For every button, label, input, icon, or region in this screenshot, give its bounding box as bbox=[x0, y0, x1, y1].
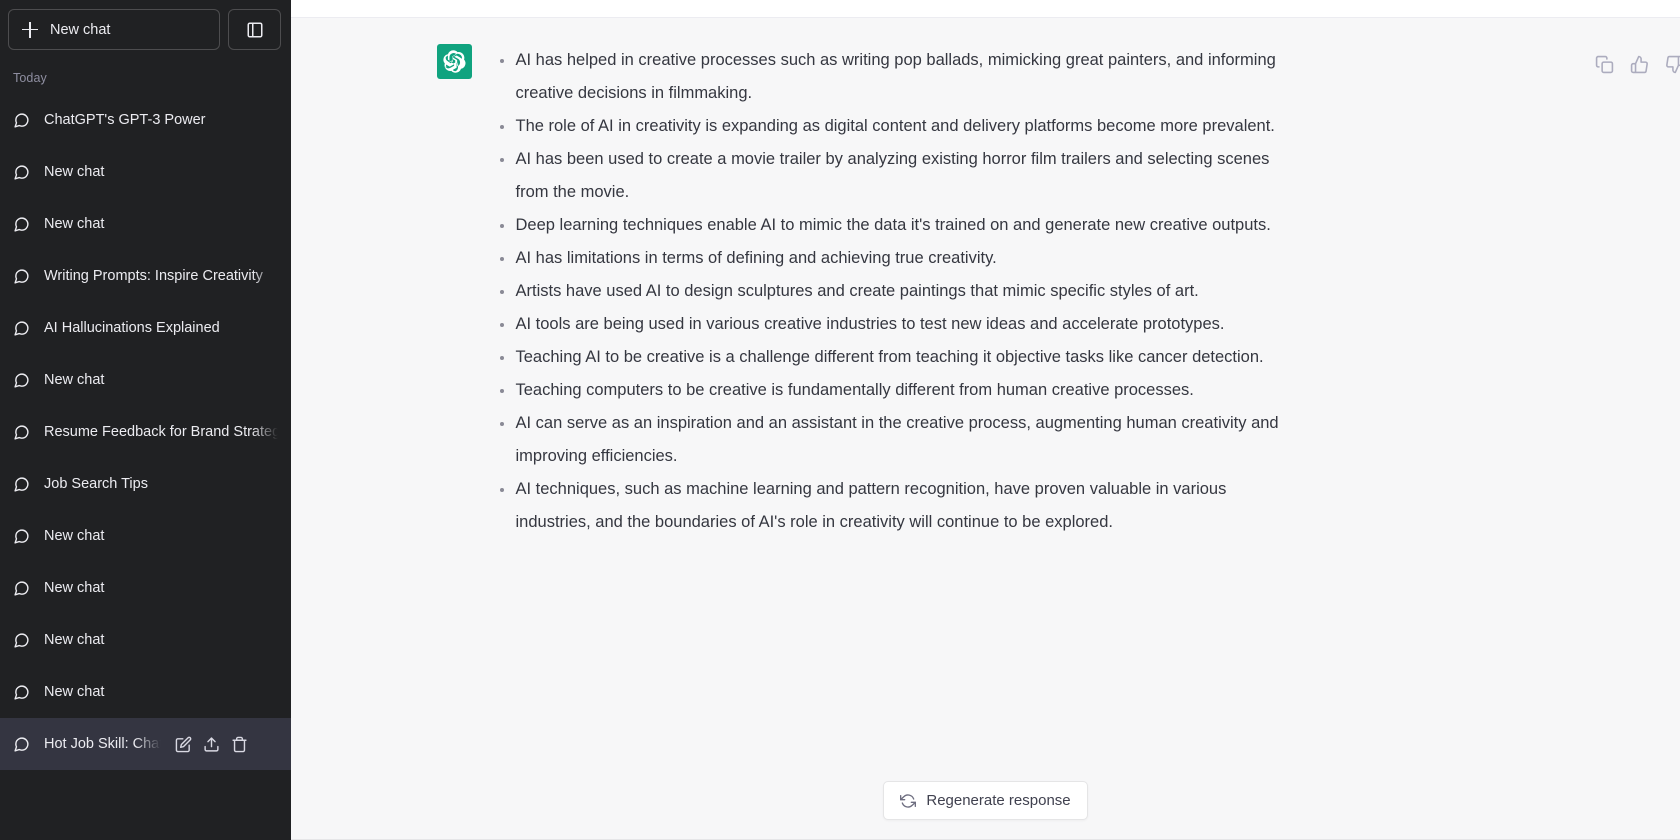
chat-bubble-icon bbox=[14, 164, 29, 180]
chat-bubble-icon bbox=[14, 632, 29, 648]
chat-bubble-icon bbox=[14, 528, 29, 544]
chat-history-item-title: Job Search Tips bbox=[44, 476, 148, 492]
plus-icon bbox=[22, 21, 38, 38]
bullet-item: Teaching AI to be creative is a challeng… bbox=[498, 341, 1288, 374]
message-actions bbox=[1595, 55, 1680, 74]
chat-bubble-icon bbox=[14, 216, 29, 232]
chat-history-item[interactable]: AI Hallucinations Explained bbox=[0, 302, 291, 354]
bullet-item: AI techniques, such as machine learning … bbox=[498, 473, 1288, 539]
edit-pencil-icon[interactable] bbox=[175, 736, 192, 753]
thumbs-up-icon[interactable] bbox=[1630, 55, 1649, 74]
regenerate-response-button[interactable]: Regenerate response bbox=[883, 781, 1088, 820]
chat-history-item-title: New chat bbox=[44, 372, 105, 388]
chat-history-item[interactable]: New chat bbox=[0, 198, 291, 250]
chat-history-item[interactable]: New chat bbox=[0, 666, 291, 718]
chat-bubble-icon bbox=[14, 268, 29, 284]
bullet-item: AI tools are being used in various creat… bbox=[498, 308, 1288, 341]
avatar bbox=[436, 44, 472, 79]
chat-history-item[interactable]: New chat bbox=[0, 510, 291, 562]
bullet-list: AI has helped in creative processes such… bbox=[498, 44, 1288, 539]
chat-history-item-active[interactable]: Hot Job Skill: ChatGPT bbox=[0, 718, 291, 770]
bullet-item: The role of AI in creativity is expandin… bbox=[498, 110, 1288, 143]
chat-history-item[interactable]: Resume Feedback for Brand Strategy bbox=[0, 406, 291, 458]
chat-history-item[interactable]: ChatGPT's GPT-3 Power bbox=[0, 94, 291, 146]
assistant-message: AI has helped in creative processes such… bbox=[291, 18, 1680, 539]
previous-message-block bbox=[291, 0, 1680, 18]
bullet-item: Artists have used AI to design sculpture… bbox=[498, 275, 1288, 308]
chat-bubble-icon bbox=[14, 476, 29, 492]
bullet-item: AI has helped in creative processes such… bbox=[498, 44, 1288, 110]
sidebar-section-label: Today bbox=[13, 71, 47, 85]
chat-bubble-icon bbox=[14, 424, 29, 440]
chat-bubble-icon bbox=[14, 736, 29, 752]
chat-bubble-icon bbox=[14, 372, 29, 388]
new-chat-button[interactable]: New chat bbox=[8, 9, 220, 50]
chat-bubble-icon bbox=[14, 112, 29, 128]
chat-history-item-title: Writing Prompts: Inspire Creativity bbox=[44, 268, 263, 284]
chat-history-item-title: New chat bbox=[44, 164, 105, 180]
thumbs-down-icon[interactable] bbox=[1665, 55, 1680, 74]
chat-history-item-title: New chat bbox=[44, 580, 105, 596]
bullet-item: AI can serve as an inspiration and an as… bbox=[498, 407, 1288, 473]
refresh-icon bbox=[900, 793, 917, 808]
regenerate-label: Regenerate response bbox=[926, 792, 1071, 809]
chat-history-item[interactable]: Job Search Tips bbox=[0, 458, 291, 510]
copy-clipboard-icon[interactable] bbox=[1595, 55, 1614, 74]
chat-history-item-title: Resume Feedback for Brand Strategy bbox=[44, 424, 278, 440]
sidebar-panel-icon bbox=[247, 22, 262, 37]
chat-item-actions bbox=[175, 736, 248, 753]
chat-history-list: ChatGPT's GPT-3 Power New chat New chat Wri… bbox=[0, 94, 291, 840]
bullet-item: Teaching computers to be creative is fun… bbox=[498, 374, 1288, 407]
new-chat-label: New chat bbox=[50, 21, 111, 38]
chat-history-item-title: New chat bbox=[44, 632, 105, 648]
share-upload-icon[interactable] bbox=[203, 736, 220, 753]
message-content: AI has helped in creative processes such… bbox=[498, 44, 1288, 539]
trash-delete-icon[interactable] bbox=[231, 736, 248, 753]
chat-history-item[interactable]: New chat bbox=[0, 614, 291, 666]
chat-bubble-icon bbox=[14, 684, 29, 700]
sidebar-toggle-button[interactable] bbox=[228, 9, 281, 50]
bullet-item: AI has been used to create a movie trail… bbox=[498, 143, 1288, 209]
chat-history-item[interactable]: New chat bbox=[0, 562, 291, 614]
chat-history-item[interactable]: Writing Prompts: Inspire Creativity bbox=[0, 250, 291, 302]
chat-history-item-title: New chat bbox=[44, 684, 105, 700]
chat-history-item-title: New chat bbox=[44, 216, 105, 232]
conversation-panel: AI has helped in creative processes such… bbox=[291, 0, 1680, 840]
chat-history-item-title: New chat bbox=[44, 528, 105, 544]
chatgpt-app: New chat Today ChatGPT's GPT-3 Power New … bbox=[0, 0, 1680, 840]
chat-history-item-title: AI Hallucinations Explained bbox=[44, 320, 220, 336]
chat-bubble-icon bbox=[14, 320, 29, 336]
sidebar-header: New chat bbox=[0, 0, 291, 59]
chat-history-item-title: ChatGPT's GPT-3 Power bbox=[44, 112, 206, 128]
sidebar: New chat Today ChatGPT's GPT-3 Power New … bbox=[0, 0, 291, 840]
bullet-item: Deep learning techniques enable AI to mi… bbox=[498, 209, 1288, 242]
chat-bubble-icon bbox=[14, 580, 29, 596]
openai-logo-icon bbox=[442, 50, 466, 73]
bullet-item: AI has limitations in terms of defining … bbox=[498, 242, 1288, 275]
chat-history-item[interactable]: New chat bbox=[0, 146, 291, 198]
chat-history-item[interactable]: New chat bbox=[0, 354, 291, 406]
chat-history-item-title: Hot Job Skill: ChatGPT bbox=[44, 736, 161, 752]
regenerate-bar: Regenerate response bbox=[291, 754, 1680, 840]
